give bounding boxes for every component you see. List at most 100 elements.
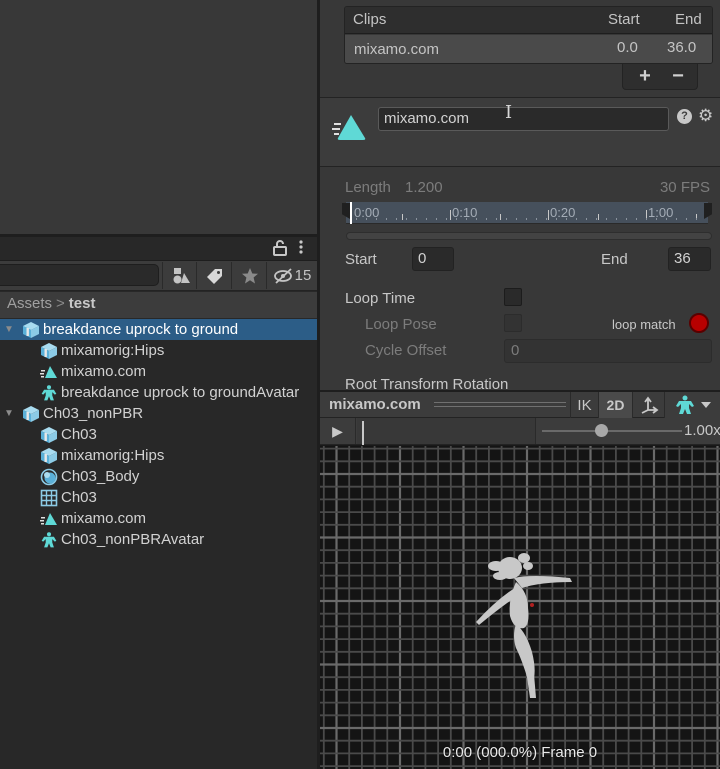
clips-header-end: End	[675, 11, 702, 28]
scrub-playhead[interactable]	[362, 421, 364, 445]
tree-folder-row[interactable]: ▼ Ch03_nonPBR	[0, 403, 317, 424]
remove-clip-button[interactable]: −	[663, 64, 693, 88]
tree-item-row[interactable]: mixamo.com	[0, 508, 317, 529]
tag-icon	[206, 268, 222, 284]
preview-drag-handle[interactable]	[434, 402, 566, 407]
range-scrollbar[interactable]	[346, 232, 712, 240]
preview-status-text: 0:00 (000.0%) Frame 0	[442, 744, 598, 761]
speed-value: 1.00x	[684, 422, 720, 439]
ruler-minor-tick	[366, 218, 367, 220]
preview-timeline-scrubber[interactable]	[357, 418, 536, 445]
add-clip-button[interactable]: +	[630, 64, 660, 88]
ruler-minor-tick	[356, 218, 357, 220]
ik-toggle-button[interactable]: IK	[570, 392, 598, 418]
clips-header-start: Start	[608, 11, 640, 28]
end-label: End	[601, 251, 628, 268]
ruler-minor-tick	[426, 218, 427, 220]
tree-folder-row[interactable]: ▼ breakdance uprock to ground	[0, 319, 317, 340]
animation-clip-icon	[332, 115, 366, 140]
model-prefab-icon	[22, 405, 40, 423]
playhead-marker	[350, 202, 352, 224]
character-model	[476, 553, 572, 698]
clips-list: Clips Start End mixamo.com 0.0 36.0	[344, 6, 713, 64]
end-frame-input[interactable]: 36	[668, 247, 711, 271]
tree-item-label: Ch03_nonPBR	[43, 405, 144, 422]
ruler-minor-tick	[656, 218, 657, 220]
tree-item-row[interactable]: breakdance uprock to groundAvatar	[0, 382, 317, 403]
ruler-minor-tick	[486, 218, 487, 220]
ruler-minor-tick	[666, 218, 667, 220]
mesh-icon	[40, 489, 58, 507]
clip-row[interactable]: mixamo.com 0.0 36.0	[345, 35, 712, 63]
search-by-label-button[interactable]	[196, 262, 232, 289]
ruler-minor-tick	[596, 218, 597, 220]
hidden-packages-button[interactable]: 15	[266, 262, 317, 289]
avatar-preview-dropdown[interactable]	[664, 392, 720, 418]
project-toolbar: 15	[0, 261, 317, 291]
length-label: Length	[345, 179, 391, 196]
timeline-ruler[interactable]: 0:00 0:10 0:20 1:00	[342, 202, 712, 224]
tree-item-row[interactable]: mixamorig:Hips	[0, 340, 317, 361]
loop-pose-checkbox[interactable]	[504, 314, 522, 332]
2d-toggle-button[interactable]: 2D	[598, 392, 632, 418]
avatar-icon	[40, 531, 58, 549]
ruler-minor-tick	[436, 218, 437, 220]
cycle-offset-label: Cycle Offset	[365, 342, 447, 359]
text-cursor-icon: I	[505, 102, 513, 123]
loop-pose-label: Loop Pose	[365, 316, 437, 333]
lock-icon[interactable]	[273, 240, 287, 256]
ruler-minor-tick	[686, 218, 687, 220]
breadcrumb-separator: >	[56, 295, 65, 312]
breadcrumb: Assets > test	[0, 292, 317, 318]
model-prefab-icon	[40, 447, 58, 465]
ruler-minor-tick	[526, 218, 527, 220]
tree-item-row[interactable]: mixamo.com	[0, 361, 317, 382]
favorites-button[interactable]	[231, 262, 267, 289]
range-end-handle[interactable]	[704, 203, 712, 219]
start-frame-input[interactable]: 0	[412, 247, 454, 271]
play-button[interactable]: ▶	[320, 418, 356, 444]
tree-item-row[interactable]: Ch03_Body	[0, 466, 317, 487]
preview-viewport[interactable]: 0:00 (000.0%) Frame 0	[320, 446, 720, 769]
ruler-minor-tick	[566, 218, 567, 220]
chevron-down-icon	[701, 402, 711, 408]
eye-hidden-icon	[273, 267, 292, 284]
ruler-minor-tick	[516, 218, 517, 220]
clip-row-name: mixamo.com	[354, 41, 440, 58]
speed-slider-knob[interactable]	[594, 424, 608, 437]
ruler-minor-tick	[696, 218, 697, 220]
range-start-handle[interactable]	[342, 203, 350, 219]
help-icon[interactable]: ?	[677, 109, 692, 124]
tree-item-row[interactable]: Ch03	[0, 487, 317, 508]
more-options-icon[interactable]	[297, 239, 305, 257]
preview-title: mixamo.com	[329, 396, 421, 413]
fps-label: 30 FPS	[659, 179, 710, 196]
tree-item-label: mixamo.com	[61, 363, 147, 380]
search-input[interactable]	[0, 264, 159, 286]
ruler-minor-tick	[556, 218, 557, 220]
hidden-count: 15	[294, 267, 312, 284]
loop-time-checkbox[interactable]	[504, 288, 522, 306]
gear-icon[interactable]: ⚙	[698, 106, 713, 126]
clips-header-name: Clips	[353, 11, 387, 28]
ruler-minor-tick	[546, 218, 547, 220]
ruler-minor-tick	[466, 218, 467, 220]
animation-preview-panel: 0:00 (000.0%) Frame 0 mixamo.com IK 2D ▶…	[320, 390, 720, 769]
tree-item-label: breakdance uprock to groundAvatar	[61, 384, 300, 401]
project-panel: 15 Assets > test ▼ breakdance uprock to gro…	[0, 237, 317, 769]
tree-item-row[interactable]: mixamorig:Hips	[0, 445, 317, 466]
breadcrumb-assets[interactable]: Assets	[7, 295, 52, 312]
scene-panel-empty	[0, 0, 317, 234]
cycle-offset-input[interactable]: 0	[504, 339, 712, 363]
speed-slider-track[interactable]	[542, 430, 682, 432]
breadcrumb-current[interactable]: test	[69, 295, 96, 312]
expand-arrow-icon[interactable]: ▼	[3, 324, 15, 335]
tree-item-row[interactable]: Ch03	[0, 424, 317, 445]
clip-name-input[interactable]: mixamo.com	[378, 107, 669, 131]
tree-item-row[interactable]: Ch03_nonPBRAvatar	[0, 529, 317, 550]
expand-arrow-icon[interactable]: ▼	[3, 408, 15, 419]
search-by-type-button[interactable]	[162, 262, 198, 289]
pivot-toggle-button[interactable]	[632, 392, 664, 418]
ruler-minor-tick	[446, 218, 447, 220]
material-icon	[40, 468, 58, 486]
